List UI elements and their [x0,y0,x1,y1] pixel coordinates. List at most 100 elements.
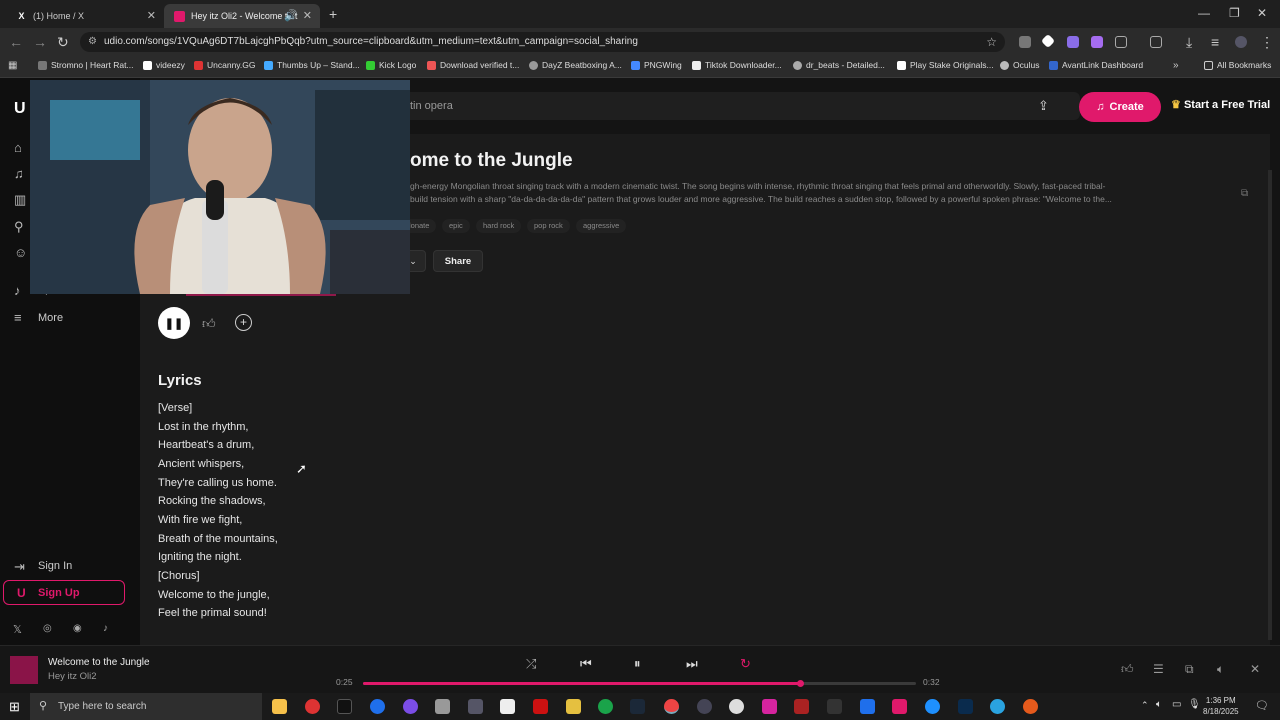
app-icon[interactable] [370,699,385,714]
search-input[interactable]: tin opera [390,92,1080,120]
player-like-icon[interactable]: 👍︎ [1121,662,1134,677]
reading-list-icon[interactable]: ≡ [1211,34,1219,50]
like-icon[interactable]: 👍︎ [202,316,216,332]
bookmark-item[interactable]: PNGWing [631,60,682,70]
bookmark-item[interactable]: AvantLink Dashboard [1049,60,1143,70]
progress-knob[interactable] [796,680,804,687]
share-button[interactable]: Share [433,250,483,272]
photoshop-icon[interactable] [958,699,973,714]
app-icon[interactable] [827,699,842,714]
tag-chip[interactable]: pop rock [527,219,570,233]
bookmark-item[interactable]: DayZ Beatboxing A... [529,60,622,70]
free-trial-button[interactable]: ♛ Start a Free Trial [1171,98,1270,111]
grammarly-icon[interactable] [598,699,613,714]
udio-logo-icon[interactable]: U [14,100,26,118]
signin-link[interactable]: Sign In [38,560,72,572]
x-social-icon[interactable]: 𝕏 [13,623,22,636]
scrollbar[interactable] [1268,170,1272,640]
queue-icon[interactable]: ☰ [1153,662,1164,676]
signup-button[interactable]: U Sign Up [3,580,125,605]
minimize-icon[interactable]: — [1198,6,1210,20]
new-tab-button[interactable]: + [329,6,337,22]
edge-icon[interactable] [925,699,940,714]
add-to-playlist-icon[interactable]: + [235,314,252,331]
bookmark-item[interactable]: dr_beats - Detailed... [793,60,885,70]
player-pause-icon[interactable]: ⏸ [634,656,641,672]
app-icon[interactable] [1023,699,1038,714]
instagram-icon[interactable]: ◎ [43,623,52,634]
bookmark-item[interactable]: Kick Logo [366,60,416,70]
app-icon[interactable] [435,699,450,714]
tray-volume-icon[interactable]: 🔈︎ [1156,699,1162,710]
app-icon[interactable] [468,699,483,714]
create-icon[interactable]: ♫ [14,166,24,181]
tag-chip[interactable]: hard rock [476,219,522,233]
bookmark-item[interactable]: Play Stake Originals... [897,60,994,70]
file-explorer-icon[interactable] [272,699,287,714]
extension-diamond-icon[interactable] [1040,33,1056,49]
upload-icon[interactable]: ⇪ [1038,98,1049,114]
volume-icon[interactable]: 🔈︎ [1217,662,1224,677]
bookmark-item[interactable]: Oculus [1000,60,1039,70]
back-icon[interactable]: ← [9,34,23,50]
taskbar-search-input[interactable]: ⚲ Type here to search [30,693,262,720]
discord-icon[interactable]: ◉ [73,623,82,634]
tiktok-icon[interactable]: ♪ [103,623,108,634]
app-icon[interactable] [697,699,712,714]
sidepanel-icon[interactable] [1150,36,1162,48]
album-art[interactable] [10,656,38,684]
tab-x-home[interactable]: X (1) Home / X ✕ [6,4,164,28]
library-icon[interactable]: ▥ [14,192,26,208]
tag-chip[interactable]: epic [442,219,470,233]
close-player-icon[interactable]: ✕ [1250,662,1260,676]
bookmark-star-icon[interactable]: ☆ [986,32,997,52]
app-icon[interactable] [860,699,875,714]
bookmark-item[interactable]: Stromno | Heart Rat... [38,60,134,70]
bookmark-item[interactable]: Uncanny.GG [194,60,256,70]
bookmark-item[interactable]: Thumbs Up – Stand... [264,60,360,70]
chrome-icon[interactable] [664,699,679,714]
profile-avatar[interactable] [1235,36,1247,48]
play-pause-button[interactable]: ❚❚ [158,307,190,339]
app-icon[interactable] [566,699,581,714]
tray-network-icon[interactable]: ▭ [1172,699,1181,710]
close-tab-icon[interactable]: ✕ [303,9,312,22]
profile-icon[interactable]: ☺ [14,245,27,260]
sidebar-more-label[interactable]: More [38,312,63,324]
notification-center-icon[interactable]: 🗨︎ [1255,699,1269,712]
menu-icon[interactable]: ⋮ [1260,34,1274,51]
player-artist[interactable]: Hey itz Oli2 [48,671,97,682]
app-icon[interactable] [403,699,418,714]
windows-start-icon[interactable]: ⊞ [9,699,20,715]
steam-icon[interactable] [630,699,645,714]
next-icon[interactable]: ⏭ [686,656,698,672]
app-icon[interactable] [729,699,744,714]
bookmark-item[interactable]: Download verified t... [427,60,519,70]
repeat-icon[interactable]: ↻ [740,656,751,672]
home-icon[interactable]: ⌂ [14,140,22,155]
url-field[interactable]: ⚙ udio.com/songs/1VQuAg6DT7bLajcghPbQqb?… [80,32,1005,52]
copy-icon[interactable]: ⧉ [1241,188,1248,199]
extension-icon[interactable] [1019,36,1031,48]
netflix-icon[interactable] [533,699,548,714]
link-icon[interactable]: ⚲ [14,219,24,235]
forward-icon[interactable]: → [33,34,47,50]
shuffle-icon[interactable]: ⤮ [526,656,536,672]
tiktok-taskbar-icon[interactable] [337,699,352,714]
progress-bar[interactable] [363,680,916,687]
apps-icon[interactable]: ▦ [8,60,17,71]
bookmark-item[interactable]: videezy [143,60,185,70]
all-bookmarks-folder[interactable]: All Bookmarks [1204,60,1271,70]
reload-icon[interactable]: ↻ [57,34,69,51]
app-icon[interactable] [892,699,907,714]
previous-icon[interactable]: ⏮ [580,656,592,672]
extension-puzzle-icon[interactable] [1091,36,1103,48]
tray-mic-icon[interactable]: 🎙︎ [1188,699,1201,710]
restore-icon[interactable]: ❐ [1229,6,1240,20]
extensions-icon[interactable] [1115,36,1127,48]
notifications-icon[interactable]: ♪ [14,283,21,298]
signin-icon[interactable]: ⇥ [14,559,25,575]
close-tab-icon[interactable]: ✕ [147,9,156,22]
clock[interactable]: 1:36 PM 8/18/2025 [1203,695,1239,717]
more-icon[interactable]: ≡ [14,310,22,325]
